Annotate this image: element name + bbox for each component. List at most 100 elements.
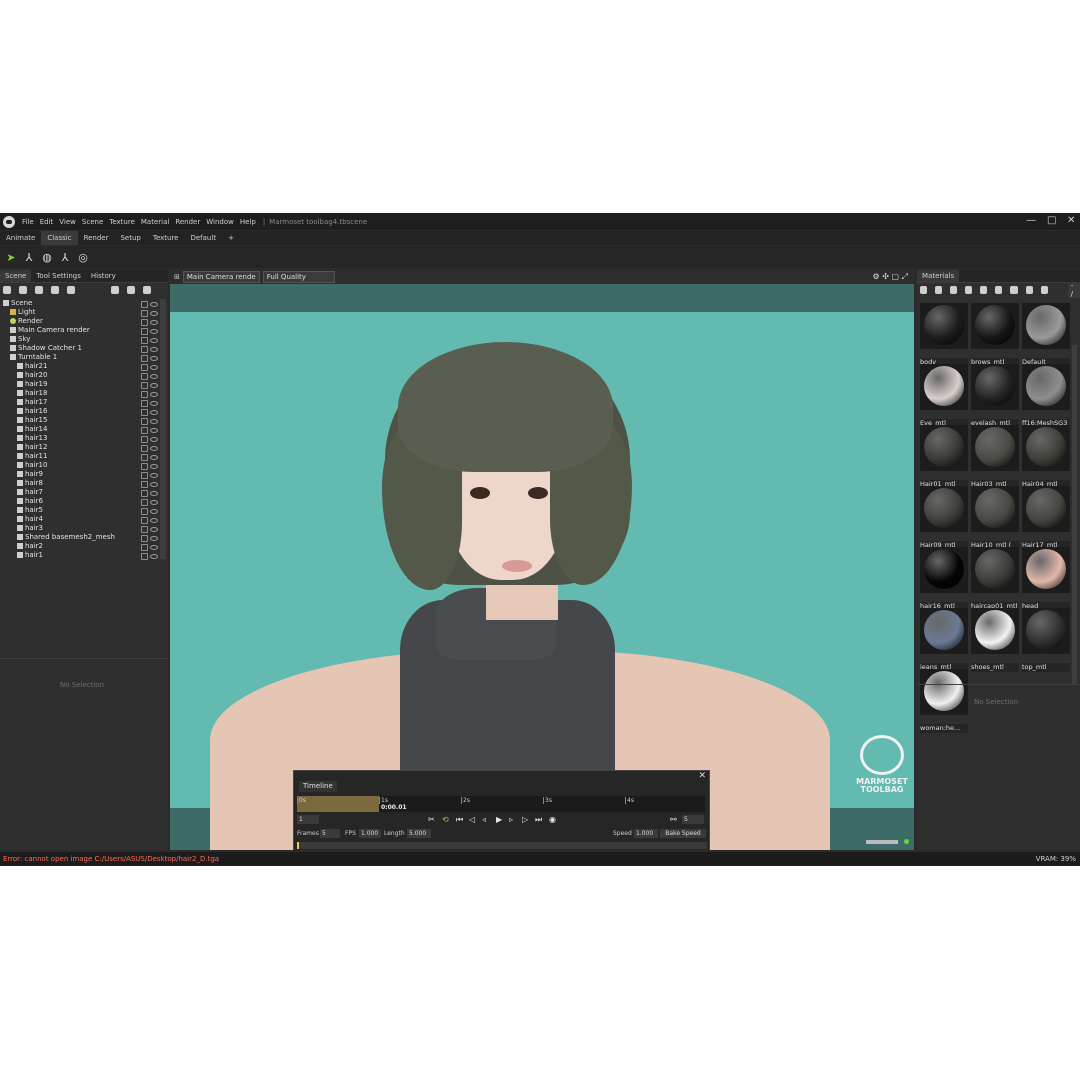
tab-classic[interactable]: Classic — [41, 231, 78, 245]
material-item[interactable]: Hair04_mtl — [1022, 425, 1070, 489]
tab-history[interactable]: History — [86, 270, 121, 282]
material-item[interactable]: Default — [1022, 303, 1070, 367]
lock-icon[interactable] — [141, 364, 148, 371]
visibility-eye-icon[interactable] — [150, 536, 158, 541]
material-item[interactable]: haircap01_mtl — [971, 547, 1019, 611]
lock-icon[interactable] — [141, 400, 148, 407]
add-mesh-icon[interactable] — [51, 285, 59, 294]
next-key-icon[interactable]: ▷ — [522, 815, 528, 824]
lock-icon[interactable] — [141, 418, 148, 425]
viewport-zoom-slider[interactable] — [866, 840, 898, 844]
lock-icon[interactable] — [141, 319, 148, 326]
tree-item[interactable]: Render — [0, 317, 160, 326]
lock-icon[interactable] — [141, 391, 148, 398]
tree-item[interactable]: Main Camera render — [0, 326, 160, 335]
material-item[interactable]: Hair09_mtl — [920, 486, 968, 550]
menu-window[interactable]: Window — [203, 218, 237, 226]
visibility-eye-icon[interactable] — [150, 554, 158, 559]
material-info-icon[interactable] — [1040, 285, 1048, 294]
lock-icon[interactable] — [141, 427, 148, 434]
trash-icon[interactable] — [143, 285, 151, 294]
loop-icon[interactable]: ⟲ — [442, 815, 449, 824]
lock-icon[interactable] — [141, 436, 148, 443]
lock-icon[interactable] — [141, 544, 148, 551]
tab-animate[interactable]: Animate — [0, 231, 41, 245]
viewport[interactable]: ⊞ Main Camera rende Full Quality ⚙ ✣ ▢ ⤢… — [170, 270, 914, 850]
play-icon[interactable]: ▶ — [496, 815, 502, 824]
add-tab-button[interactable]: + — [222, 231, 240, 245]
lock-icon[interactable] — [141, 454, 148, 461]
visibility-eye-icon[interactable] — [150, 365, 158, 370]
material-item[interactable]: Hair10_mtl ( — [971, 486, 1019, 550]
delete-material-icon[interactable] — [995, 285, 1003, 294]
visibility-eye-icon[interactable] — [150, 500, 158, 505]
lock-icon[interactable] — [141, 445, 148, 452]
material-item[interactable]: body — [920, 303, 968, 367]
lock-icon[interactable] — [141, 472, 148, 479]
material-list-icon[interactable] — [980, 285, 988, 294]
add-material-icon[interactable] — [920, 285, 928, 294]
visibility-eye-icon[interactable] — [150, 347, 158, 352]
link-icon[interactable]: ⚯ — [670, 815, 677, 824]
menu-render[interactable]: Render — [172, 218, 203, 226]
lock-icon[interactable] — [141, 463, 148, 470]
lock-icon[interactable] — [141, 553, 148, 560]
tree-item[interactable]: hair17 — [0, 398, 160, 407]
tree-item[interactable]: hair4 — [0, 515, 160, 524]
visibility-eye-icon[interactable] — [150, 311, 158, 316]
visibility-eye-icon[interactable] — [150, 356, 158, 361]
visibility-eye-icon[interactable] — [150, 419, 158, 424]
lock-icon[interactable] — [141, 508, 148, 515]
tree-item[interactable]: Shared basemesh2_mesh — [0, 533, 160, 542]
visibility-eye-icon[interactable] — [150, 509, 158, 514]
timeline-close-button[interactable]: ✕ — [698, 771, 706, 781]
visibility-eye-icon[interactable] — [150, 464, 158, 469]
maximize-button[interactable]: □ — [1047, 215, 1056, 226]
material-item[interactable]: Hair17_mtl — [1022, 486, 1070, 550]
tree-item[interactable]: Sky — [0, 335, 160, 344]
tree-item[interactable]: Turntable 1 — [0, 353, 160, 362]
material-item[interactable]: Hair01_mtl — [920, 425, 968, 489]
visibility-eye-icon[interactable] — [150, 545, 158, 550]
tree-item[interactable]: hair3 — [0, 524, 160, 533]
visibility-eye-icon[interactable] — [150, 401, 158, 406]
tree-item[interactable]: hair2 — [0, 542, 160, 551]
fps-field[interactable]: 1.000 — [359, 829, 381, 838]
material-folder-icon[interactable] — [965, 285, 973, 294]
tree-item[interactable]: hair12 — [0, 443, 160, 452]
visibility-eye-icon[interactable] — [150, 437, 158, 442]
quality-select[interactable]: Full Quality — [262, 271, 335, 283]
tree-item[interactable]: hair8 — [0, 479, 160, 488]
material-item[interactable]: Hair03_mtl — [971, 425, 1019, 489]
tree-item[interactable]: Shadow Catcher 1 — [0, 344, 160, 353]
materials-scrollbar[interactable] — [1072, 345, 1077, 685]
visibility-eye-icon[interactable] — [150, 473, 158, 478]
move-gizmo-icon[interactable]: ⅄ — [22, 250, 36, 264]
menu-scene[interactable]: Scene — [79, 218, 106, 226]
tree-item[interactable]: Light — [0, 308, 160, 317]
lock-icon[interactable] — [141, 382, 148, 389]
frame-field[interactable]: 1 — [297, 815, 319, 824]
visibility-eye-icon[interactable] — [150, 410, 158, 415]
tree-item[interactable]: hair5 — [0, 506, 160, 515]
duplicate-icon[interactable] — [127, 285, 135, 294]
duplicate-material-icon[interactable] — [935, 285, 943, 294]
frames-field[interactable]: 5 — [320, 829, 340, 838]
visibility-eye-icon[interactable] — [150, 302, 158, 307]
visibility-eye-icon[interactable] — [150, 482, 158, 487]
lock-icon[interactable] — [141, 517, 148, 524]
prev-key-icon[interactable]: ◁ — [469, 815, 475, 824]
bake-speed-button[interactable]: Bake Speed — [660, 829, 706, 838]
add-sky-icon[interactable] — [67, 285, 75, 294]
tree-item[interactable]: hair11 — [0, 452, 160, 461]
camera-icon[interactable]: ◎ — [76, 250, 90, 264]
viewport-settings-icon[interactable]: ⚙ ✣ ▢ ⤢ — [873, 272, 908, 282]
speed-field[interactable]: 1.000 — [634, 829, 658, 838]
add-object-icon[interactable] — [3, 285, 11, 294]
close-button[interactable]: ✕ — [1067, 215, 1075, 226]
first-frame-icon[interactable]: ⏮ — [456, 815, 463, 825]
lock-icon[interactable] — [141, 535, 148, 542]
material-item[interactable]: hair16_mtl — [920, 547, 968, 611]
next-frame-icon[interactable]: ▹ — [509, 815, 513, 824]
visibility-eye-icon[interactable] — [150, 455, 158, 460]
